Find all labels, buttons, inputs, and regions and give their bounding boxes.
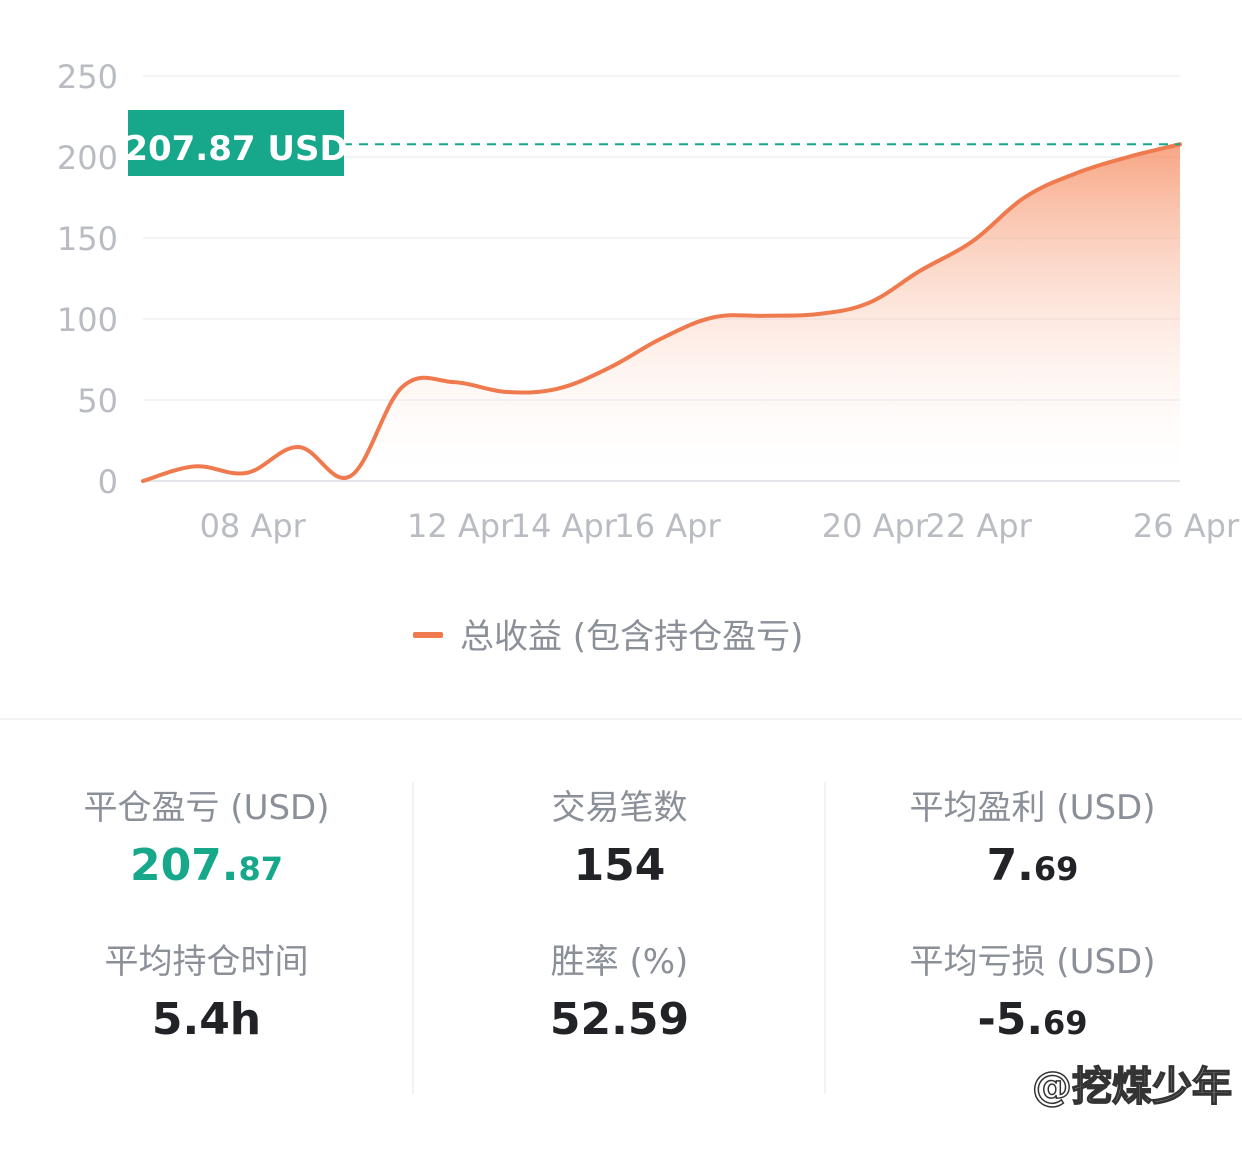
series-area-fill (143, 144, 1180, 481)
stat-label: 平仓盈亏 (USD) (83, 788, 330, 828)
y-tick-label: 200 (57, 139, 118, 177)
stat-value: 207.87 (129, 840, 284, 891)
stat-label: 平均盈利 (USD) (909, 788, 1156, 828)
watermark: @挖煤少年 (1031, 1063, 1233, 1111)
y-tick-label: 150 (57, 220, 118, 258)
stat-closed-pnl: 平仓盈亏 (USD) 207.87 (0, 788, 413, 897)
legend-label: 总收益 (包含持仓盈亏) (460, 617, 803, 657)
stat-value: 7.69 (986, 840, 1079, 891)
stat-label: 胜率 (%) (550, 942, 689, 982)
x-tick-label: 12 Apr (407, 507, 514, 545)
y-tick-label: 0 (98, 463, 118, 501)
x-tick-label: 16 Apr (614, 507, 721, 545)
x-tick-label: 08 Apr (200, 507, 307, 545)
legend-swatch (413, 632, 443, 638)
y-tick-label: 50 (77, 382, 118, 420)
x-tick-label: 26 Apr (1133, 507, 1240, 545)
stat-trade-count: 交易笔数 154 (413, 788, 826, 897)
stat-avg-profit: 平均盈利 (USD) 7.69 (826, 788, 1239, 897)
profit-chart: 250 200 150 100 50 0 08 Apr 12 Apr14 Apr16 Apr 2… (57, 58, 1240, 657)
x-tick-label: 14 Apr (511, 507, 618, 545)
stat-avg-hold-time: 平均持仓时间 5.4h (0, 942, 413, 1051)
annotation-label: 207.87 USD (124, 129, 347, 169)
stat-label: 平均亏损 (USD) (909, 942, 1156, 982)
stat-win-rate: 胜率 (%) 52.59 (413, 942, 826, 1051)
stat-value: 5.4h (151, 994, 262, 1045)
y-tick-label: 100 (57, 301, 118, 339)
x-tick-label: 22 Apr (925, 507, 1032, 545)
stat-value: 154 (573, 840, 666, 891)
stat-value: 52.59 (549, 994, 690, 1045)
stat-avg-loss: 平均亏损 (USD) -5.69 (826, 942, 1239, 1051)
y-tick-label: 250 (57, 58, 118, 96)
stat-label: 平均持仓时间 (104, 942, 309, 982)
stat-value: -5.69 (977, 994, 1088, 1045)
x-tick-label: 20 Apr (822, 507, 929, 545)
stat-label: 交易笔数 (551, 788, 688, 828)
